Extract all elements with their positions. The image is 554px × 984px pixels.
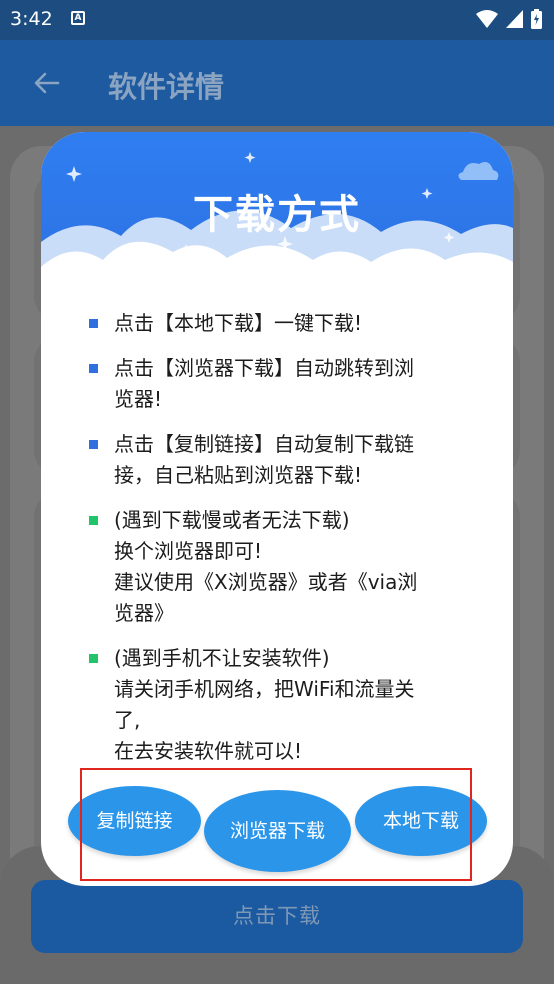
tip-text: 在去安装软件就可以!: [114, 739, 303, 763]
blue-square-bullet-icon: [89, 440, 98, 449]
page-title: 软件详情: [108, 70, 225, 104]
tip-item: 点击【本地下载】一键下载!: [89, 308, 499, 339]
tip-text: 览器!: [114, 387, 163, 411]
tip-item: (遇到下载慢或者无法下载) 换个浏览器即可! 建议使用《X浏览器》或者《via浏…: [89, 505, 499, 629]
tip-text: 换个浏览器即可!: [114, 539, 263, 563]
signal-icon: [506, 10, 523, 28]
tip-item: (遇到手机不让安装软件) 请关闭手机网络，把WiFi和流量关 了, 在去安装软件…: [89, 643, 499, 767]
tip-text: 请关闭手机网络，把WiFi和流量关: [114, 677, 415, 701]
green-square-bullet-icon: [89, 516, 98, 525]
wifi-icon: [476, 10, 498, 28]
highlight-box: [80, 768, 472, 881]
green-square-bullet-icon: [89, 654, 98, 663]
status-bar: 3:42 A: [0, 0, 554, 40]
tip-text: 建议使用《X浏览器》或者《via浏: [114, 570, 418, 594]
arrow-left-icon[interactable]: [32, 68, 62, 98]
blue-square-bullet-icon: [89, 319, 98, 328]
battery-icon: [531, 9, 542, 29]
tip-text: 了,: [114, 708, 141, 732]
notification-icon: A: [71, 11, 85, 25]
blue-square-bullet-icon: [89, 364, 98, 373]
download-tips: 点击【本地下载】一键下载! 点击【浏览器下载】自动跳转到浏 览器! 点击【复制链…: [89, 308, 499, 781]
tip-text: 点击【本地下载】一键下载!: [114, 311, 363, 335]
tip-item: 点击【复制链接】自动复制下载链 接，自己粘贴到浏览器下载!: [89, 429, 499, 491]
tip-text: (遇到手机不让安装软件): [114, 646, 330, 670]
status-time: 3:42: [10, 8, 53, 30]
status-icons: [476, 9, 542, 29]
dialog-title: 下载方式: [193, 192, 361, 238]
tip-text: 接，自己粘贴到浏览器下载!: [114, 463, 363, 487]
tip-text: 点击【浏览器下载】自动跳转到浏: [114, 356, 414, 380]
tip-text: 点击【复制链接】自动复制下载链: [114, 432, 414, 456]
tip-text: 览器》: [114, 601, 174, 625]
tip-item: 点击【浏览器下载】自动跳转到浏 览器!: [89, 353, 499, 415]
app-bar: 软件详情: [0, 40, 554, 126]
download-button[interactable]: 点击下载: [31, 880, 523, 953]
tip-text: (遇到下载慢或者无法下载): [114, 508, 350, 532]
